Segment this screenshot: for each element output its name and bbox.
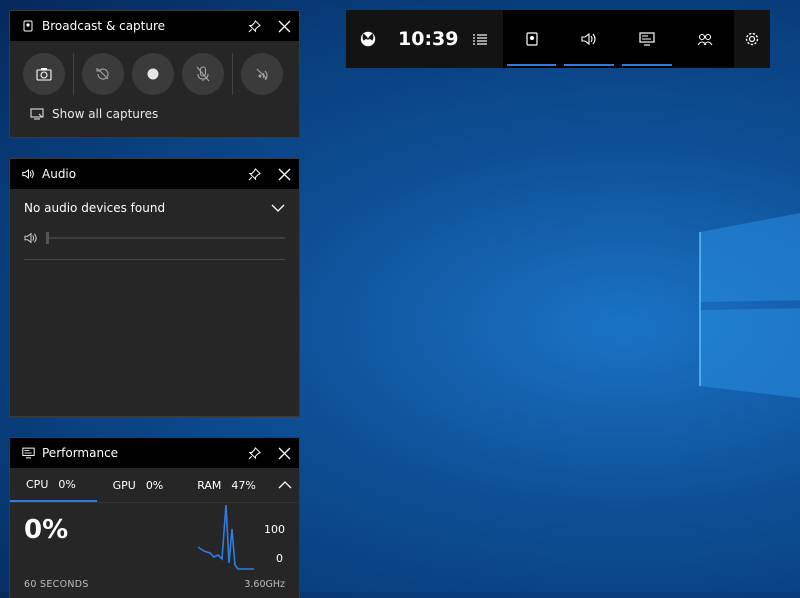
performance-widget: Performance CPU 0% GPU 0% RAM 47% 0% 100… bbox=[10, 438, 299, 598]
chevron-up-icon bbox=[278, 481, 292, 489]
xbox-icon[interactable] bbox=[346, 30, 390, 48]
performance-widget-button[interactable] bbox=[618, 10, 676, 68]
tab-gpu[interactable]: GPU 0% bbox=[97, 468, 182, 502]
axis-min-label: 0 bbox=[276, 552, 283, 565]
usage-graph bbox=[198, 504, 254, 570]
time-window-label: 60 SECONDS bbox=[24, 579, 89, 590]
close-button[interactable] bbox=[269, 11, 299, 41]
speaker-icon bbox=[581, 32, 596, 46]
performance-tabs: CPU 0% GPU 0% RAM 47% bbox=[10, 468, 299, 502]
speaker-icon bbox=[24, 232, 37, 244]
pin-icon bbox=[248, 167, 261, 180]
microphone-toggle-button[interactable] bbox=[182, 53, 224, 95]
volume-slider[interactable] bbox=[46, 232, 285, 244]
broadcast-button[interactable] bbox=[241, 53, 283, 95]
monitor-icon bbox=[639, 32, 655, 46]
gallery-icon bbox=[30, 108, 44, 120]
game-bar: 10:39 bbox=[346, 10, 770, 68]
social-widget-button[interactable] bbox=[676, 10, 734, 68]
pin-icon bbox=[248, 446, 261, 459]
chevron-down-icon bbox=[271, 204, 285, 212]
audio-widget-button[interactable] bbox=[560, 10, 618, 68]
start-recording-button[interactable] bbox=[132, 53, 174, 95]
capture-widget: Broadcast & capture Show all captures bbox=[10, 11, 299, 137]
broadcast-icon bbox=[256, 68, 268, 81]
mic-off-icon bbox=[196, 66, 210, 82]
record-icon bbox=[147, 68, 159, 80]
active-underline bbox=[506, 64, 557, 66]
record-last-button[interactable] bbox=[82, 53, 124, 95]
windows-wallpaper-logo bbox=[696, 210, 800, 400]
pin-button[interactable] bbox=[239, 11, 269, 41]
people-icon bbox=[697, 33, 713, 46]
pin-button[interactable] bbox=[239, 438, 269, 468]
divider bbox=[232, 53, 233, 95]
audio-widget: Audio No audio devices found bbox=[10, 159, 299, 416]
volume-slider-thumb[interactable] bbox=[46, 232, 49, 244]
game-bar-home: 10:39 bbox=[346, 10, 503, 68]
pin-button[interactable] bbox=[239, 159, 269, 189]
clock: 10:39 bbox=[398, 28, 459, 50]
usage-graph-line bbox=[198, 504, 254, 570]
audio-device-label: No audio devices found bbox=[24, 201, 166, 215]
camera-icon bbox=[36, 68, 52, 81]
audio-device-dropdown[interactable]: No audio devices found bbox=[10, 191, 299, 225]
widget-title: Broadcast & capture bbox=[42, 19, 166, 33]
screenshot-button[interactable] bbox=[23, 53, 65, 95]
performance-body: 0% 100 0 60 SECONDS 3.60GHz bbox=[10, 502, 299, 593]
show-all-captures-label: Show all captures bbox=[52, 107, 159, 121]
axis-max-label: 100 bbox=[264, 523, 285, 536]
tab-cpu[interactable]: CPU 0% bbox=[10, 468, 97, 502]
active-underline bbox=[622, 64, 673, 66]
close-icon bbox=[278, 20, 290, 32]
pin-icon bbox=[248, 19, 261, 32]
collapse-button[interactable] bbox=[271, 481, 299, 489]
capture-controls bbox=[10, 41, 299, 95]
active-underline bbox=[564, 64, 615, 66]
close-button[interactable] bbox=[269, 159, 299, 189]
audio-widget-header[interactable]: Audio bbox=[10, 159, 299, 189]
monitor-icon bbox=[22, 446, 36, 460]
widget-menu-icon[interactable] bbox=[472, 32, 488, 46]
capture-widget-button[interactable] bbox=[503, 10, 561, 68]
close-icon bbox=[278, 447, 290, 459]
record-last-icon bbox=[96, 68, 109, 80]
close-icon bbox=[278, 168, 290, 180]
close-button[interactable] bbox=[269, 438, 299, 468]
speaker-icon bbox=[22, 167, 36, 181]
tab-ram[interactable]: RAM 47% bbox=[181, 468, 271, 502]
settings-button[interactable] bbox=[734, 10, 770, 68]
capture-icon bbox=[525, 32, 538, 46]
performance-widget-header[interactable]: Performance bbox=[10, 438, 299, 468]
capture-widget-header[interactable]: Broadcast & capture bbox=[10, 11, 299, 41]
cpu-frequency: 3.60GHz bbox=[244, 579, 285, 590]
show-all-captures-link[interactable]: Show all captures bbox=[30, 107, 299, 121]
capture-icon bbox=[22, 19, 36, 33]
divider bbox=[24, 259, 285, 260]
volume-row bbox=[10, 225, 299, 251]
widget-title: Performance bbox=[42, 446, 119, 460]
divider bbox=[73, 53, 74, 95]
cpu-usage-value: 0% bbox=[24, 515, 69, 545]
widget-title: Audio bbox=[42, 167, 77, 181]
gear-icon bbox=[745, 32, 759, 46]
